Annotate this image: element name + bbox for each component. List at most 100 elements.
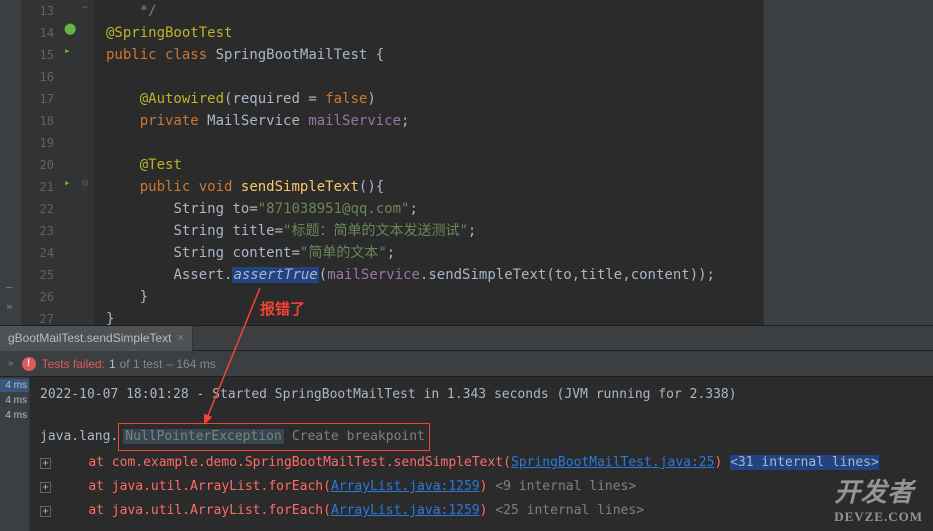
- keyword-void: void: [199, 179, 233, 195]
- fold-end-icon[interactable]: ⌐: [82, 3, 88, 14]
- watermark: 开发者 DEVZE.COM: [834, 472, 923, 525]
- spring-icon[interactable]: ⬤: [64, 22, 76, 35]
- line-number[interactable]: 24: [22, 242, 54, 264]
- keyword-false: false: [325, 91, 367, 107]
- create-breakpoint-link[interactable]: Create breakpoint: [292, 429, 425, 444]
- keyword-public: public: [140, 179, 191, 195]
- frame-text: at java.util.ArrayList.forEach(: [88, 479, 331, 494]
- class-name: SpringBootMailTest: [216, 47, 368, 63]
- test-tree-timings[interactable]: 4 ms 4 ms 4 ms: [0, 377, 30, 531]
- var-title: title: [232, 223, 274, 239]
- chevron-right-icon[interactable]: »: [8, 358, 14, 369]
- console-exception-line: java.lang. NullPointerException Create bre…: [40, 423, 923, 451]
- param-required: required: [232, 91, 299, 107]
- type-mailservice: MailService: [207, 113, 300, 129]
- tool-window-stripe[interactable]: — »: [2, 0, 22, 325]
- line-number-gutter[interactable]: 13 14 15 16 17 18 19 20 21 22 23 24 25 2…: [22, 0, 62, 325]
- var-content: content: [232, 245, 291, 261]
- fold-toggle-icon[interactable]: ⊟: [82, 178, 88, 189]
- string-content: "简单的文本": [300, 245, 387, 261]
- internal-lines-fold[interactable]: <25 internal lines>: [495, 503, 644, 518]
- tests-time: – 164 ms: [166, 357, 215, 371]
- type-string: String: [173, 201, 224, 217]
- arg-to: to: [555, 267, 572, 283]
- line-number[interactable]: 13: [22, 0, 54, 22]
- frame-close: ): [480, 503, 488, 518]
- internal-lines-fold[interactable]: <31 internal lines>: [730, 455, 879, 470]
- watermark-sub: DEVZE.COM: [834, 509, 923, 525]
- keyword-private: private: [140, 113, 199, 129]
- error-annotation-label: 报错了: [260, 298, 305, 319]
- minimize-icon[interactable]: —: [6, 280, 13, 293]
- fold-column[interactable]: ⌐ ⊟: [82, 0, 94, 325]
- run-test-icon[interactable]: ▸: [64, 176, 71, 189]
- exception-name[interactable]: NullPointerException: [123, 429, 284, 444]
- expand-icon[interactable]: »: [6, 300, 13, 313]
- source-link[interactable]: ArrayList.java:1259: [331, 479, 480, 494]
- field-ref: mailService: [327, 267, 420, 283]
- string-title: "标题：简单的文本发送测试": [283, 223, 468, 239]
- method-call: sendSimpleText: [428, 267, 546, 283]
- annotation-autowired: @Autowired: [140, 91, 224, 107]
- stack-frame: + at java.util.ArrayList.forEach(ArrayLi…: [40, 475, 923, 499]
- console-panel: 4 ms 4 ms 4 ms 2022-10-07 18:01:28 - Sta…: [0, 377, 933, 531]
- class-assert: Assert: [173, 267, 224, 283]
- arg-title: title: [580, 267, 622, 283]
- run-tab-label: gBootMailTest.sendSimpleText: [8, 331, 171, 345]
- fold-expand-icon[interactable]: +: [40, 506, 51, 517]
- internal-lines-fold[interactable]: <9 internal lines>: [495, 479, 636, 494]
- var-to: to: [232, 201, 249, 217]
- line-number[interactable]: 23: [22, 220, 54, 242]
- tests-total: of 1 test: [120, 357, 163, 371]
- frame-close: ): [480, 479, 488, 494]
- frame-text: at com.example.demo.SpringBootMailTest.s…: [88, 455, 511, 470]
- code-content[interactable]: */ @SpringBootTest public class SpringBo…: [94, 0, 763, 325]
- arg-content: content: [631, 267, 690, 283]
- stack-frame: + at java.util.ArrayList.forEach(ArrayLi…: [40, 499, 923, 523]
- frame-text: at java.util.ArrayList.forEach(: [88, 503, 331, 518]
- exception-prefix: java.lang.: [40, 429, 118, 444]
- fold-expand-icon[interactable]: +: [40, 482, 51, 493]
- timing-badge: 4 ms: [0, 409, 29, 422]
- line-number[interactable]: 21: [22, 176, 54, 198]
- test-toolbar: » ! Tests failed: 1 of 1 test – 164 ms: [0, 351, 933, 377]
- code-editor[interactable]: — » 13 14 15 16 17 18 19 20 21 22 23 24 …: [0, 0, 933, 325]
- tests-failed-label: Tests failed:: [42, 357, 105, 371]
- timing-badge: 4 ms: [0, 379, 29, 392]
- test-failed-icon: !: [22, 357, 36, 371]
- line-number[interactable]: 27: [22, 308, 54, 330]
- line-number[interactable]: 15: [22, 44, 54, 66]
- annotation-test: @Test: [140, 157, 182, 173]
- close-icon[interactable]: ×: [177, 332, 183, 344]
- line-number[interactable]: 17: [22, 88, 54, 110]
- line-number[interactable]: 14: [22, 22, 54, 44]
- console-output[interactable]: 2022-10-07 18:01:28 - Started SpringBoot…: [30, 377, 933, 531]
- line-number[interactable]: 16: [22, 66, 54, 88]
- string-to: "871038951@qq.com": [258, 201, 410, 217]
- line-number[interactable]: 22: [22, 198, 54, 220]
- frame-close: ): [714, 455, 722, 470]
- source-link[interactable]: SpringBootMailTest.java:25: [511, 455, 715, 470]
- line-number[interactable]: 19: [22, 132, 54, 154]
- line-number[interactable]: 25: [22, 264, 54, 286]
- line-number[interactable]: 20: [22, 154, 54, 176]
- fold-expand-icon[interactable]: +: [40, 458, 51, 469]
- exception-highlight-box[interactable]: NullPointerException Create breakpoint: [118, 423, 430, 451]
- gutter-icons: ⬤ ▸ ▸: [62, 0, 82, 325]
- line-number[interactable]: 26: [22, 286, 54, 308]
- type-string: String: [173, 223, 224, 239]
- watermark-main: 开发者: [834, 478, 914, 507]
- method-asserttrue: assertTrue: [232, 267, 318, 283]
- stack-frame: + at com.example.demo.SpringBootMailTest…: [40, 451, 923, 475]
- keyword-class: class: [165, 47, 207, 63]
- type-string: String: [173, 245, 224, 261]
- keyword-public: public: [106, 47, 157, 63]
- console-log-line: 2022-10-07 18:01:28 - Started SpringBoot…: [40, 383, 923, 407]
- field-mailservice: mailService: [308, 113, 401, 129]
- run-class-icon[interactable]: ▸: [64, 44, 71, 57]
- method-name: sendSimpleText: [241, 179, 359, 195]
- tests-failed-count: 1: [109, 357, 116, 371]
- line-number[interactable]: 18: [22, 110, 54, 132]
- timing-badge: 4 ms: [0, 394, 29, 407]
- source-link[interactable]: ArrayList.java:1259: [331, 503, 480, 518]
